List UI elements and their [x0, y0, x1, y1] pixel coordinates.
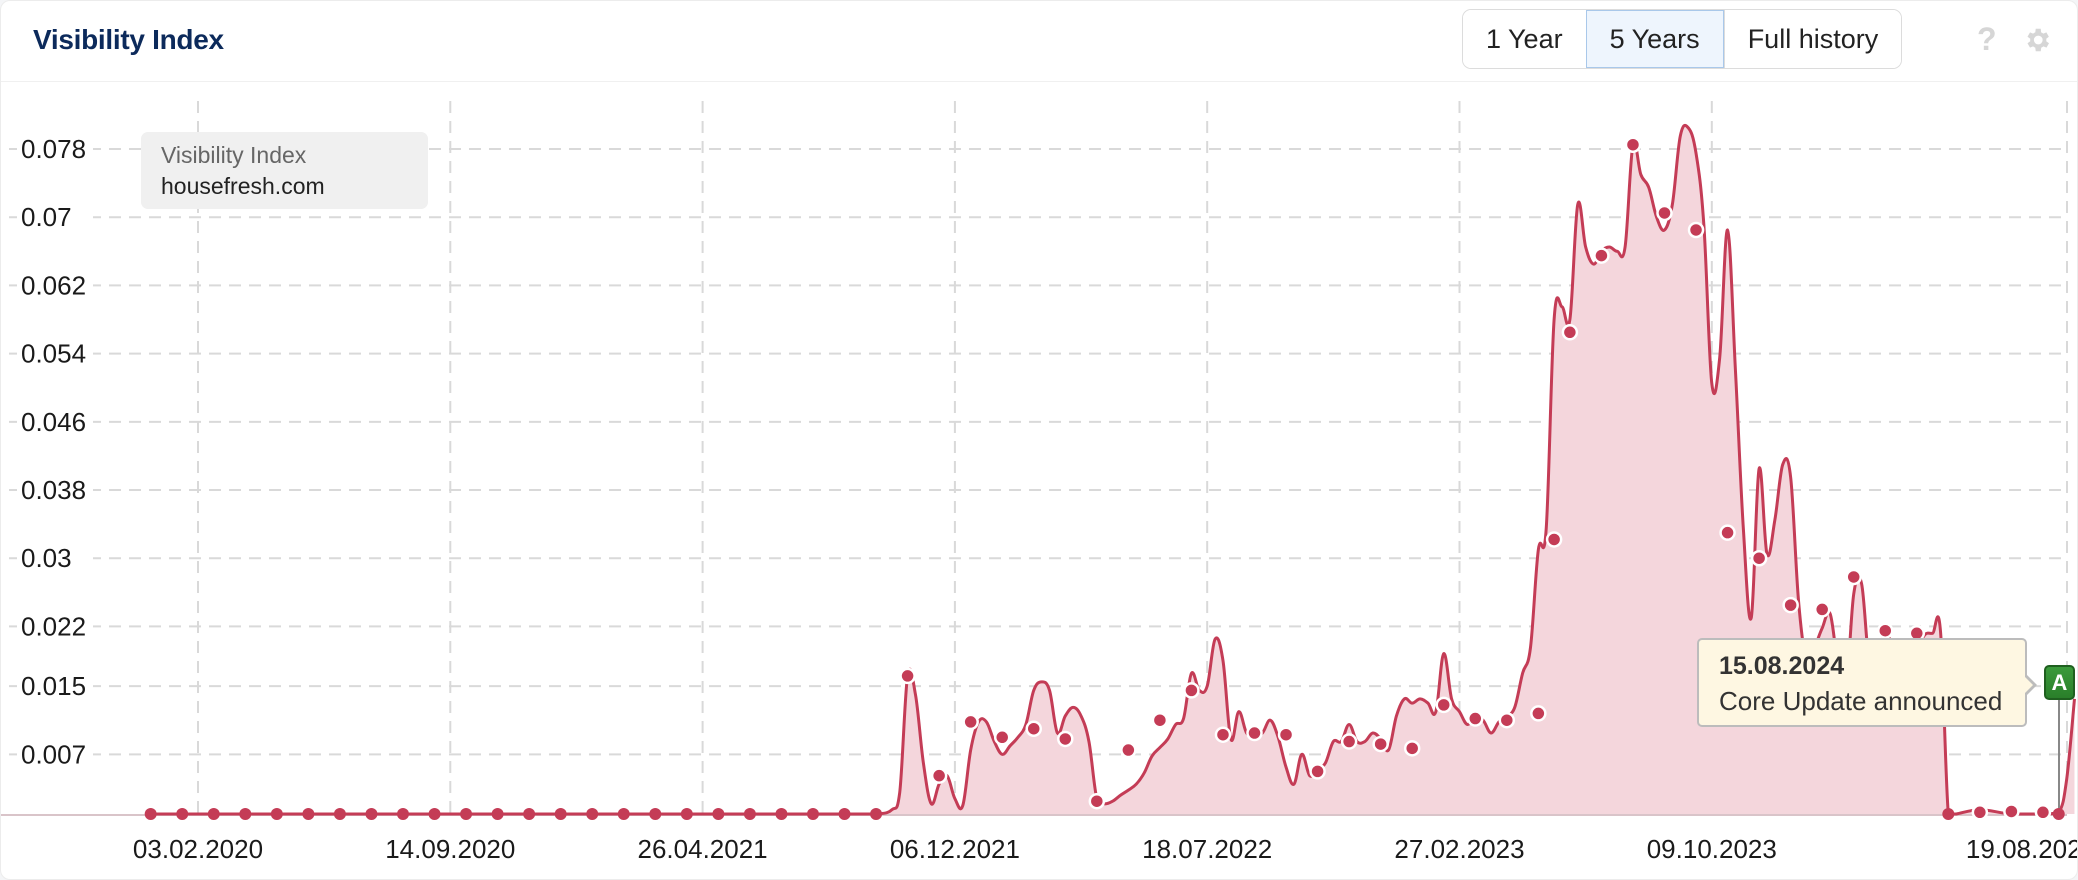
data-point[interactable]: [680, 808, 693, 820]
y-tick-label: 0.007: [21, 739, 86, 769]
data-point[interactable]: [962, 713, 979, 731]
data-point[interactable]: [239, 808, 252, 820]
data-point[interactable]: [1530, 705, 1547, 722]
legend-title: Visibility Index: [161, 142, 307, 168]
tooltip-date: 15.08.2024: [1719, 652, 1845, 680]
data-point[interactable]: [1277, 726, 1295, 743]
data-point[interactable]: [2034, 804, 2052, 821]
data-point[interactable]: [1467, 710, 1484, 727]
data-point[interactable]: [1183, 682, 1200, 699]
y-tick-label: 0.03: [21, 543, 72, 573]
data-point[interactable]: [899, 667, 916, 685]
y-tick-label: 0.015: [21, 671, 86, 701]
data-point[interactable]: [1214, 726, 1232, 743]
data-point[interactable]: [870, 808, 883, 820]
data-point[interactable]: [712, 808, 725, 820]
x-tick-label: 14.09.2020: [385, 834, 515, 864]
data-point[interactable]: [554, 808, 567, 820]
data-point[interactable]: [460, 808, 473, 820]
data-point[interactable]: [743, 808, 756, 820]
data-point[interactable]: [1942, 808, 1955, 820]
x-tick-label: 03.02.2020: [133, 834, 263, 864]
data-point[interactable]: [1088, 792, 1106, 810]
data-point[interactable]: [1624, 136, 1642, 153]
data-point[interactable]: [1403, 740, 1421, 757]
data-point[interactable]: [1545, 531, 1563, 548]
legend-domain: housefresh.com: [161, 173, 325, 199]
data-point[interactable]: [302, 808, 315, 820]
data-point[interactable]: [1971, 804, 1989, 821]
y-tick-label: 0.07: [21, 202, 72, 232]
data-point[interactable]: [930, 767, 948, 784]
data-point[interactable]: [1656, 204, 1673, 222]
data-point[interactable]: [365, 808, 378, 820]
chart-legend: Visibility Index housefresh.com: [141, 132, 428, 209]
data-point[interactable]: [1877, 622, 1894, 639]
y-tick-label: 0.054: [21, 339, 86, 369]
data-point[interactable]: [1151, 711, 1169, 729]
x-tick-label: 09.10.2023: [1647, 834, 1777, 864]
data-point[interactable]: [993, 729, 1011, 746]
data-point[interactable]: [1845, 568, 1862, 586]
data-point[interactable]: [2003, 803, 2020, 820]
tooltip-text: Core Update announced: [1719, 686, 2003, 716]
data-point[interactable]: [1309, 763, 1326, 780]
data-point[interactable]: [523, 808, 536, 820]
data-point[interactable]: [775, 808, 788, 820]
data-point[interactable]: [1025, 720, 1042, 737]
visibility-index-card: Visibility Index 1 Year 5 Years Full his…: [0, 0, 2078, 880]
y-tick-label: 0.038: [21, 475, 86, 505]
data-point[interactable]: [2052, 808, 2065, 820]
chart-area: 0.007 0.015 0.022 0.03 0.038 0.046 0.054 0.062 0…: [1, 1, 2078, 879]
data-point[interactable]: [1498, 711, 1516, 729]
data-point[interactable]: [1750, 549, 1768, 567]
y-tick-label: 0.062: [21, 270, 86, 300]
x-tick-label: 26.04.2021: [638, 834, 768, 864]
data-point[interactable]: [586, 808, 599, 820]
x-tick-label: 19.08.2024: [1966, 834, 2078, 864]
data-point[interactable]: [176, 808, 189, 820]
data-point[interactable]: [144, 808, 157, 820]
data-point[interactable]: [1120, 741, 1137, 759]
x-tick-label: 18.07.2022: [1142, 834, 1272, 864]
tooltip-arrow: [2024, 674, 2037, 696]
data-point[interactable]: [1057, 730, 1074, 748]
data-point[interactable]: [333, 808, 346, 820]
data-point[interactable]: [1719, 524, 1736, 541]
data-point[interactable]: [1687, 221, 1705, 239]
event-flag-a[interactable]: A: [2044, 665, 2075, 700]
x-tick-label: 06.12.2021: [890, 834, 1020, 864]
data-point[interactable]: [1340, 733, 1358, 750]
data-point[interactable]: [1561, 324, 1579, 341]
data-point[interactable]: [1246, 724, 1263, 742]
data-point[interactable]: [617, 808, 630, 820]
y-tick-label: 0.078: [21, 134, 86, 164]
data-point[interactable]: [838, 808, 851, 820]
data-point[interactable]: [1782, 596, 1799, 614]
y-tick-label: 0.046: [21, 407, 86, 437]
data-point[interactable]: [428, 808, 441, 820]
data-point[interactable]: [491, 808, 504, 820]
event-tooltip: 15.08.2024 Core Update announced: [1697, 638, 2037, 727]
data-point[interactable]: [1593, 247, 1610, 264]
data-point[interactable]: [270, 808, 283, 820]
data-point[interactable]: [806, 808, 819, 820]
data-point[interactable]: [649, 808, 662, 820]
data-point[interactable]: [1435, 696, 1452, 714]
data-point[interactable]: [207, 808, 220, 820]
data-point[interactable]: [1372, 735, 1389, 753]
y-tick-label: 0.022: [21, 611, 86, 641]
data-point[interactable]: [1813, 601, 1831, 618]
data-point[interactable]: [396, 808, 409, 820]
x-tick-label: 27.02.2023: [1394, 834, 1524, 864]
